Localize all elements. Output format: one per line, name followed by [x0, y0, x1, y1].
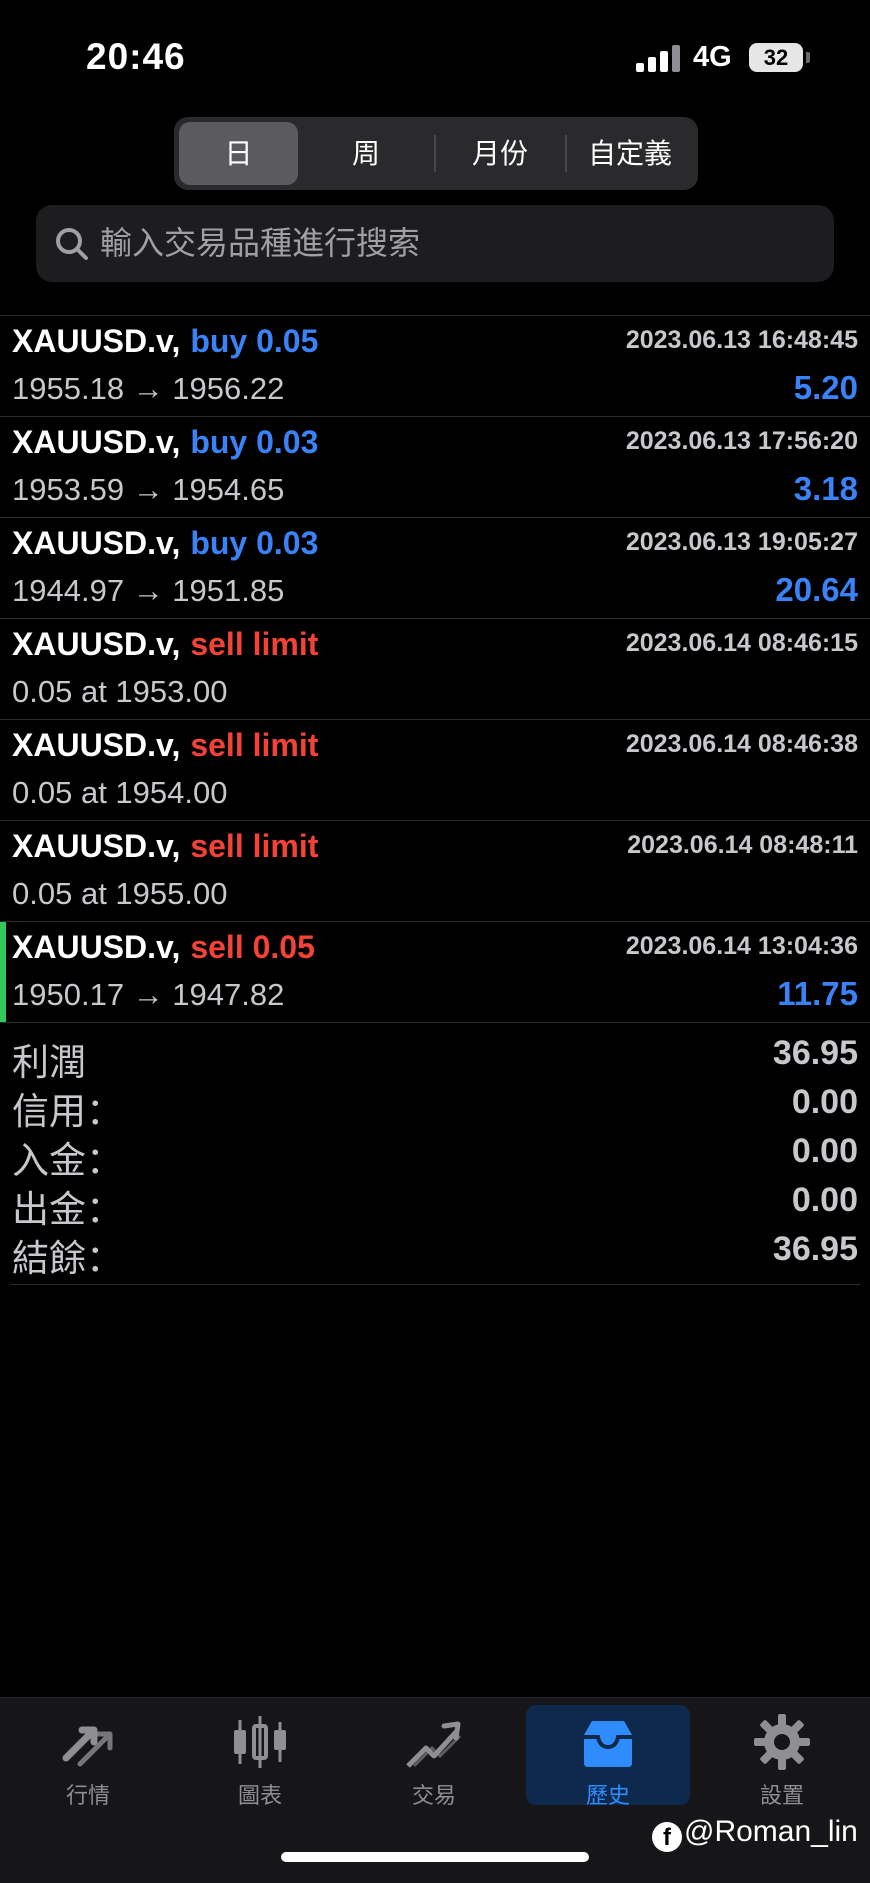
battery-tip [806, 52, 810, 63]
summary-value: 0.00 [791, 1132, 858, 1170]
order-profit: 5.20 [793, 369, 858, 406]
order-detail: 1955.18 → 1956.22 [12, 371, 285, 406]
summary-value: 36.95 [772, 1034, 858, 1072]
summary-value: 36.95 [772, 1230, 858, 1268]
order-detail: 1953.59 → 1954.65 [12, 472, 285, 507]
tab-charts[interactable]: 圖表 [178, 1698, 342, 1808]
facebook-icon: f [652, 1822, 682, 1852]
history-icon [584, 1721, 632, 1767]
order-history-list: XAUUSD.v, buy 0.05 2023.06.13 16:48:45 1955… [0, 315, 870, 1023]
order-symbol-line: XAUUSD.v, sell limit [12, 626, 318, 663]
tab-label: 圖表 [237, 1783, 282, 1808]
order-symbol: XAUUSD.v, [12, 323, 181, 359]
account-summary: 利潤 36.95 信用： 0.00 入金： 0.00 出金： 0.00 結餘： 36.95 [0, 1030, 870, 1279]
summary-row: 入金： 0.00 [0, 1128, 870, 1181]
order-symbol: XAUUSD.v, [12, 525, 181, 561]
summary-value: 0.00 [791, 1181, 858, 1219]
order-symbol-line: XAUUSD.v, buy 0.03 [12, 525, 318, 562]
order-time: 2023.06.13 19:05:27 [625, 528, 858, 556]
order-action: buy 0.05 [190, 323, 319, 359]
chart-icon [234, 1716, 286, 1768]
order-detail: 1950.17 → 1947.82 [12, 977, 285, 1012]
watermark-text: @Roman_lin [684, 1815, 858, 1848]
summary-label: 入金： [12, 1140, 123, 1181]
order-profit: 20.64 [775, 571, 858, 608]
order-time: 2023.06.14 08:46:15 [625, 629, 858, 657]
battery-icon: 32 [749, 43, 803, 72]
search-bar[interactable] [36, 205, 834, 282]
order-symbol-line: XAUUSD.v, buy 0.03 [12, 424, 318, 461]
watermark: f @Roman_lin [652, 1815, 858, 1855]
segment-week[interactable]: 周 [304, 122, 428, 185]
search-icon [56, 228, 88, 260]
tab-settings[interactable]: 設置 [700, 1698, 864, 1808]
summary-row: 結餘： 36.95 [0, 1226, 870, 1279]
tab-trade[interactable]: 交易 [352, 1698, 516, 1808]
order-detail: 0.05 at 1955.00 [12, 876, 228, 911]
order-time: 2023.06.14 08:46:38 [625, 730, 858, 758]
order-detail: 1944.97 → 1951.85 [12, 573, 285, 608]
order-time: 2023.06.14 08:48:11 [627, 831, 858, 859]
tab-quotes[interactable]: 行情 [6, 1698, 170, 1808]
quotes-icon [62, 1726, 113, 1767]
order-action: sell limit [190, 626, 319, 662]
order-row[interactable]: XAUUSD.v, buy 0.03 2023.06.13 17:56:20 1953… [0, 417, 870, 518]
summary-row: 信用： 0.00 [0, 1079, 870, 1132]
signal-icon [636, 44, 680, 72]
order-row[interactable]: XAUUSD.v, sell limit 2023.06.14 08:46:15 0.… [0, 619, 870, 720]
order-row[interactable]: XAUUSD.v, sell limit 2023.06.14 08:46:38 0.… [0, 720, 870, 821]
order-row[interactable]: XAUUSD.v, buy 0.05 2023.06.13 16:48:45 1955… [0, 316, 870, 417]
status-bar: 20:46 4G 32 [0, 0, 870, 110]
order-detail: 0.05 at 1954.00 [12, 775, 228, 810]
status-time: 20:46 [86, 36, 186, 77]
home-indicator[interactable] [281, 1852, 589, 1862]
summary-label: 信用： [12, 1091, 123, 1132]
summary-row: 出金： 0.00 [0, 1177, 870, 1230]
tab-history[interactable]: 歷史 [526, 1705, 690, 1808]
order-detail: 0.05 at 1953.00 [12, 674, 228, 709]
period-segmented-control: 日 周 月份 自定義 [174, 117, 698, 190]
order-symbol: XAUUSD.v, [12, 727, 181, 763]
tab-label: 設置 [759, 1783, 804, 1808]
order-symbol: XAUUSD.v, [12, 424, 181, 460]
summary-value: 0.00 [791, 1083, 858, 1121]
network-type: 4G [693, 41, 732, 73]
summary-divider [10, 1284, 860, 1285]
order-symbol-line: XAUUSD.v, sell limit [12, 828, 318, 865]
order-row[interactable]: XAUUSD.v, sell 0.05 2023.06.14 13:04:36 195… [0, 922, 870, 1023]
segment-custom[interactable]: 自定義 [567, 122, 693, 185]
order-action: sell 0.05 [190, 929, 315, 965]
tab-label: 交易 [411, 1783, 456, 1808]
order-symbol-line: XAUUSD.v, sell limit [12, 727, 318, 764]
segment-month[interactable]: 月份 [436, 122, 564, 185]
order-profit: 3.18 [793, 470, 858, 507]
summary-row: 利潤 36.95 [0, 1030, 870, 1083]
tab-label: 歷史 [585, 1783, 630, 1808]
order-row[interactable]: XAUUSD.v, sell limit 2023.06.14 08:48:11 0.… [0, 821, 870, 922]
trade-icon [406, 1721, 462, 1768]
segment-day[interactable]: 日 [179, 122, 298, 185]
summary-label: 利潤 [12, 1042, 86, 1083]
order-action: buy 0.03 [190, 424, 319, 460]
tab-label: 行情 [65, 1783, 110, 1808]
order-time: 2023.06.14 13:04:36 [625, 932, 858, 960]
order-action: sell limit [190, 828, 319, 864]
order-symbol-line: XAUUSD.v, sell 0.05 [12, 929, 315, 966]
order-symbol: XAUUSD.v, [12, 626, 181, 662]
summary-label: 結餘： [12, 1238, 123, 1279]
order-profit: 11.75 [777, 975, 858, 1012]
order-symbol: XAUUSD.v, [12, 828, 181, 864]
order-action: sell limit [190, 727, 319, 763]
order-action: buy 0.03 [190, 525, 319, 561]
order-row[interactable]: XAUUSD.v, buy 0.03 2023.06.13 19:05:27 1944… [0, 518, 870, 619]
order-symbol-line: XAUUSD.v, buy 0.05 [12, 323, 318, 360]
order-symbol: XAUUSD.v, [12, 929, 181, 965]
search-input[interactable] [100, 205, 820, 282]
order-time: 2023.06.13 16:48:45 [625, 326, 858, 354]
summary-label: 出金： [12, 1189, 123, 1230]
order-time: 2023.06.13 17:56:20 [625, 427, 858, 455]
settings-icon [754, 1714, 810, 1770]
